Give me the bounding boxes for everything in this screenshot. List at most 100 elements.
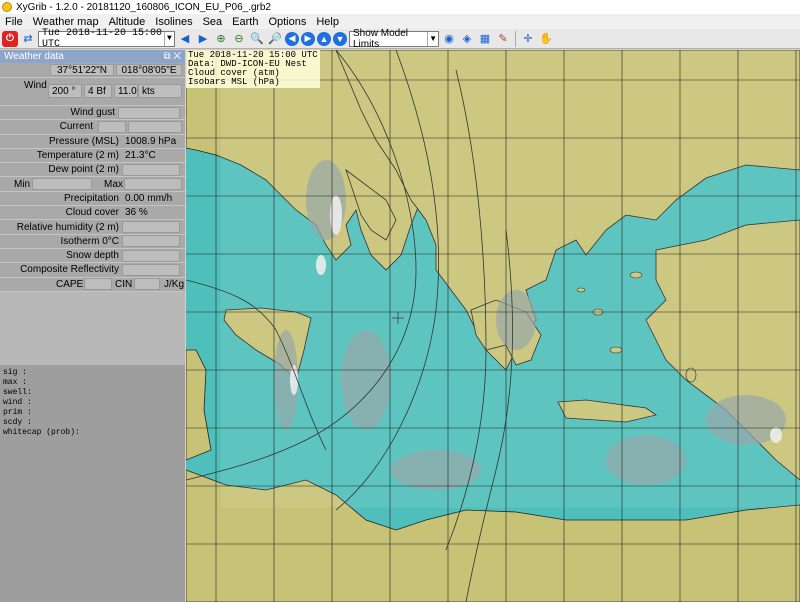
precipitation-row: Precipitation 0.00 mm/h [0, 192, 185, 207]
wind-direction: 200 ° [48, 84, 82, 98]
menu-weather-map[interactable]: Weather map [28, 16, 104, 28]
min-value [32, 178, 92, 191]
isotherm-value [122, 235, 180, 248]
wind-label: Wind [24, 80, 47, 91]
wind-unit: kts [138, 84, 182, 98]
current-row: Current [0, 120, 185, 135]
menu-options[interactable]: Options [263, 16, 311, 28]
next-step-icon[interactable]: ▶ [195, 31, 211, 47]
wind-row: Wind 200 ° 4 Bf 11.0 kts [0, 78, 185, 106]
menu-sea[interactable]: Sea [198, 16, 228, 28]
date-select-value: Tue 2018-11-20 15:00 UTC [42, 27, 163, 50]
pan-left-icon[interactable]: ◀ [285, 31, 299, 46]
meteotable-icon[interactable]: ◈ [459, 31, 475, 47]
position-row: 37°51'22"N 018°08'05"E [0, 63, 185, 78]
current-label: Current [59, 121, 93, 133]
table-icon[interactable]: ▦ [477, 31, 493, 47]
snow-depth-label: Snow depth [66, 250, 119, 262]
cape-cin-row: CAPE CIN J/Kg [0, 278, 185, 292]
dew-point-label: Dew point (2 m) [48, 164, 119, 176]
zoom-all-icon[interactable]: 🔎 [267, 31, 283, 47]
panel-body: 37°51'22"N 018°08'05"E Wind 200 ° 4 Bf 1… [0, 63, 185, 292]
cape-label: CAPE [56, 278, 84, 290]
log-line: sig : [3, 368, 28, 377]
cloud-cover-value: 36 % [125, 207, 148, 219]
isotherm-row: Isotherm 0°C [0, 235, 185, 249]
log-line: whitecap (prob): [3, 428, 80, 437]
max-value [124, 178, 182, 191]
precipitation-value: 0.00 mm/h [125, 192, 173, 204]
snow-depth-value [122, 249, 180, 262]
wind-beaufort: 4 Bf [84, 84, 112, 98]
chevron-down-icon: ▼ [427, 31, 438, 46]
menu-altitude[interactable]: Altitude [104, 16, 151, 28]
menu-earth[interactable]: Earth [227, 16, 263, 28]
pressure-label: Pressure (MSL) [48, 135, 119, 147]
weather-map[interactable]: Tue 2018-11-20 15:00 UTC Data: DWD-ICON-… [186, 50, 800, 602]
open-file-icon[interactable]: ⇄ [20, 31, 36, 47]
dew-point-value [122, 163, 180, 176]
chevron-down-icon: ▼ [163, 31, 174, 46]
log-line: scdy : [3, 418, 32, 427]
cin-value [134, 278, 160, 291]
locate-icon[interactable]: ◉ [441, 31, 457, 47]
panel-controls: ⧉ ✕ [163, 51, 181, 62]
log-line: max : [3, 378, 28, 387]
pencil-icon[interactable]: ✎ [495, 31, 511, 47]
wind-gust-row: Wind gust [0, 106, 185, 121]
snow-depth-row: Snow depth [0, 249, 185, 264]
menu-file[interactable]: File [0, 16, 28, 28]
zoom-area-icon[interactable]: 🔍 [249, 31, 265, 47]
latitude-value: 37°51'22"N [50, 64, 114, 76]
cloud-cover-row: Cloud cover 36 % [0, 206, 185, 221]
pressure-value: 1008.9 hPa [125, 135, 177, 147]
reflectivity-row: Composite Reflectivity [0, 263, 185, 278]
zoom-out-icon[interactable]: ⊖ [231, 31, 247, 47]
cin-label: CIN [115, 278, 133, 290]
log-line: prim : [3, 408, 32, 417]
wind-speed: 11.0 [114, 84, 138, 98]
current-speed-value [128, 120, 182, 133]
model-limits-select[interactable]: Show Model Limits ▼ [349, 27, 439, 50]
temperature-row: Temperature (2 m) 21.3°C [0, 149, 185, 164]
pan-right-icon[interactable]: ▶ [301, 31, 315, 46]
close-icon[interactable]: ✕ [173, 51, 181, 62]
reflectivity-value [122, 263, 180, 276]
cape-value [84, 278, 112, 291]
sea-state-log: sig : max : swell: wind : prim : scdy : … [0, 365, 185, 602]
window-title: XyGrib - 1.2.0 - 20181120_160806_ICON_EU… [16, 1, 271, 13]
precipitation-label: Precipitation [63, 192, 119, 204]
log-line: swell: [3, 388, 32, 397]
pan-up-icon[interactable]: ▲ [317, 31, 331, 46]
temperature-value: 21.3°C [125, 150, 156, 162]
dew-point-row: Dew point (2 m) [0, 163, 185, 178]
wind-gust-label: Wind gust [70, 107, 115, 119]
log-line: wind : [3, 398, 32, 407]
pan-down-icon[interactable]: ▼ [333, 31, 347, 46]
humidity-value [122, 221, 180, 234]
menu-help[interactable]: Help [311, 16, 344, 28]
max-label: Max [104, 178, 123, 190]
humidity-row: Relative humidity (2 m) [0, 220, 185, 235]
window-titlebar: XyGrib - 1.2.0 - 20181120_160806_ICON_EU… [0, 0, 800, 14]
previous-step-icon[interactable]: ◀ [177, 31, 193, 47]
app-icon [2, 2, 12, 12]
crosshair-icon[interactable]: ✛ [520, 31, 536, 47]
zoom-in-icon[interactable]: ⊕ [213, 31, 229, 47]
quit-icon[interactable]: ⏻ [2, 30, 18, 47]
toolbar-separator [515, 30, 516, 47]
map-info-box: Tue 2018-11-20 15:00 UTC Data: DWD-ICON-… [186, 50, 320, 88]
weather-data-panel: Weather data ⧉ ✕ 37°51'22"N 018°08'05"E … [0, 50, 185, 602]
menu-isolines[interactable]: Isolines [150, 16, 197, 28]
current-dir-value [98, 120, 126, 133]
float-icon[interactable]: ⧉ [163, 51, 170, 62]
humidity-label: Relative humidity (2 m) [16, 221, 119, 233]
hand-icon[interactable]: ✋ [538, 31, 554, 47]
map-info-isolines: Isobars MSL (hPa) [188, 77, 280, 87]
panel-title: Weather data [4, 51, 64, 62]
date-select[interactable]: Tue 2018-11-20 15:00 UTC ▼ [38, 27, 175, 50]
map-canvas[interactable] [186, 50, 800, 602]
model-limits-value: Show Model Limits [353, 27, 409, 50]
isotherm-label: Isotherm 0°C [60, 235, 119, 247]
pressure-row: Pressure (MSL) 1008.9 hPa [0, 135, 185, 149]
